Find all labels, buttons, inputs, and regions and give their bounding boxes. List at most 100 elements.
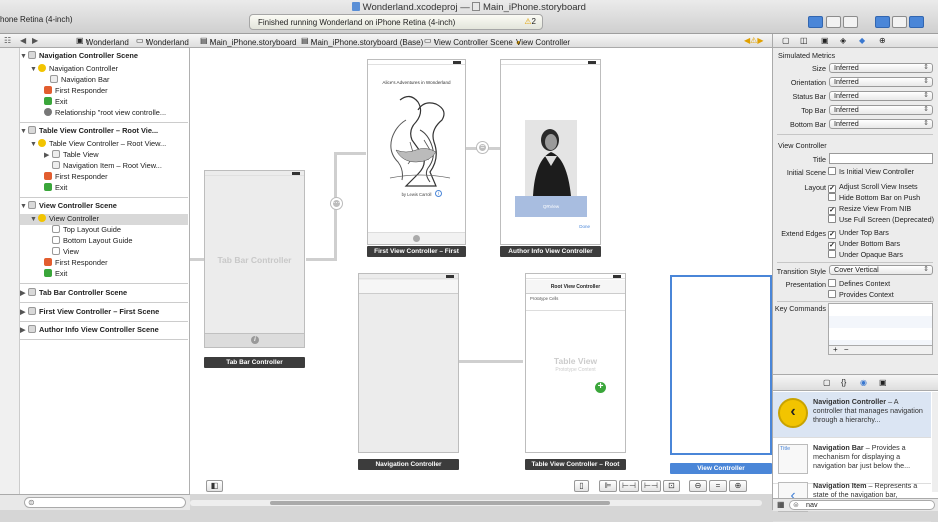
table-view-controller-scene[interactable]: Root View Controller Prototype Cells Tab…: [525, 273, 626, 453]
prototype-cell[interactable]: [526, 302, 625, 311]
zoom-out-icon[interactable]: ⊖: [689, 480, 707, 492]
library-search-field[interactable]: ⊜ nav: [789, 500, 935, 510]
grid-view-icon[interactable]: ▦: [777, 500, 785, 509]
resizing-behavior-button[interactable]: ⊡: [663, 480, 680, 492]
outline-row[interactable]: ▶ Tab Bar Controller Scene: [20, 288, 188, 299]
quick-help-icon[interactable]: ◫: [800, 36, 808, 45]
back-arrow-icon[interactable]: ◀: [20, 36, 26, 45]
under-opaque-bars-checkbox[interactable]: Under Opaque Bars: [828, 250, 903, 259]
outline-row[interactable]: First Responder: [20, 258, 188, 269]
outline-row[interactable]: ▶ Table View: [20, 150, 188, 161]
outline-row[interactable]: Exit: [20, 183, 188, 194]
outline-filter-field[interactable]: ⊜: [24, 497, 186, 508]
file-inspector-icon[interactable]: ▢: [782, 36, 790, 45]
outline-row[interactable]: First Responder: [20, 86, 188, 97]
debug-area-toggle-button[interactable]: [892, 16, 907, 28]
disclosure-closed-icon[interactable]: ▶: [20, 308, 28, 316]
outline-row[interactable]: ▼ Table View Controller – Root Vie...: [20, 126, 188, 137]
resolve-issues-button[interactable]: ⊢⊣: [641, 480, 661, 492]
transition-style-select[interactable]: Cover Vertical: [829, 265, 933, 275]
is-initial-checkbox[interactable]: Is Initial View Controller: [828, 167, 914, 176]
zoom-actual-icon[interactable]: =: [709, 480, 727, 492]
info-button-icon[interactable]: i: [435, 190, 442, 197]
outline-row[interactable]: Navigation Bar: [20, 75, 188, 86]
view-controller-scene-selected[interactable]: [670, 275, 772, 455]
relationship-segue-icon[interactable]: ⋯: [331, 198, 342, 209]
breadcrumb-project[interactable]: ▣ Wonderland ›: [76, 36, 129, 47]
outline-row-selected[interactable]: ▼ View Controller: [20, 214, 188, 225]
push-segue-icon[interactable]: =: [477, 142, 488, 153]
device-toggle-button[interactable]: ▯: [574, 480, 589, 492]
scene-label-author[interactable]: Author Info View Controller: [500, 246, 601, 257]
disclosure-open-icon[interactable]: ▼: [30, 216, 38, 223]
outline-row[interactable]: Exit: [20, 269, 188, 280]
scrollbar-thumb[interactable]: [270, 501, 610, 505]
size-select[interactable]: Inferred: [829, 63, 933, 73]
bottom-bar-select[interactable]: Inferred: [829, 119, 933, 129]
outline-row[interactable]: ▼ Navigation Controller: [20, 64, 188, 75]
outline-row[interactable]: Exit: [20, 97, 188, 108]
scene-label-tab-bar[interactable]: Tab Bar Controller: [204, 357, 305, 368]
outline-row[interactable]: ▶ Author Info View Controller Scene: [20, 325, 188, 336]
zoom-in-icon[interactable]: ⊕: [729, 480, 747, 492]
object-library-icon[interactable]: ◉: [860, 378, 867, 387]
breadcrumb-scene[interactable]: ▭ View Controller Scene ›: [424, 36, 513, 47]
standard-editor-button[interactable]: [808, 16, 823, 28]
align-button[interactable]: ⊫: [599, 480, 617, 492]
breadcrumb-storyboard-base[interactable]: ▤ Main_iPhone.storyboard (Base) ›: [301, 36, 423, 47]
outline-row[interactable]: ▶ First View Controller – First Scene: [20, 307, 188, 318]
hide-bottom-bar-checkbox[interactable]: Hide Bottom Bar on Push: [828, 193, 920, 202]
scene-label-nav[interactable]: Navigation Controller: [358, 459, 459, 470]
outline-row[interactable]: Navigation Item – Root View...: [20, 161, 188, 172]
issue-icon[interactable]: ◀⚠▶: [744, 36, 763, 45]
outline-row[interactable]: Top Layout Guide: [20, 225, 188, 236]
outline-row[interactable]: Bottom Layout Guide: [20, 236, 188, 247]
scheme-destination[interactable]: hone Retina (4-inch): [0, 15, 72, 24]
provides-context-checkbox[interactable]: Provides Context: [828, 290, 894, 299]
pin-button[interactable]: ⊢⊣: [619, 480, 639, 492]
full-screen-checkbox[interactable]: Use Full Screen (Deprecated): [828, 215, 934, 224]
outline-row[interactable]: Relationship "root view controlle...: [20, 108, 188, 119]
title-field[interactable]: [829, 153, 933, 164]
forward-arrow-icon[interactable]: ▶: [32, 36, 38, 45]
outline-row[interactable]: ▼ View Controller Scene: [20, 201, 188, 212]
utilities-toggle-button[interactable]: [909, 16, 924, 28]
resize-from-nib-checkbox[interactable]: ✓ Resize View From NIB: [828, 204, 911, 215]
outline-row[interactable]: ▼ Table View Controller – Root View...: [20, 139, 188, 150]
disclosure-open-icon[interactable]: ▼: [20, 53, 28, 60]
assistant-editor-button[interactable]: [826, 16, 841, 28]
outline-toggle-button[interactable]: ◧: [206, 480, 223, 492]
outline-row[interactable]: First Responder: [20, 172, 188, 183]
disclosure-closed-icon[interactable]: ▶: [20, 289, 28, 297]
outline-row[interactable]: View: [20, 247, 188, 258]
media-library-icon[interactable]: ▣: [879, 378, 887, 387]
warning-count[interactable]: ⚠2: [524, 17, 536, 26]
scene-label-table[interactable]: Table View Controller – Root: [525, 459, 626, 470]
top-bar-select[interactable]: Inferred: [829, 105, 933, 115]
storyboard-canvas[interactable]: ⋯ = Tab Bar Controller i Tab Bar Control…: [190, 48, 772, 494]
navigator-toggle-button[interactable]: [875, 16, 890, 28]
tab-bar-controller-scene[interactable]: Tab Bar Controller i: [204, 170, 305, 348]
connections-inspector-icon[interactable]: ⊕: [879, 36, 886, 45]
disclosure-closed-icon[interactable]: ▶: [44, 151, 52, 159]
attributes-inspector-icon[interactable]: ◈: [840, 36, 846, 45]
done-button[interactable]: Done: [579, 224, 590, 229]
author-info-scene[interactable]: QRView Done: [500, 59, 601, 245]
disclosure-open-icon[interactable]: ▼: [20, 203, 28, 210]
under-top-bars-checkbox[interactable]: ✓ Under Top Bars: [828, 228, 889, 239]
file-template-icon[interactable]: ▢: [823, 378, 831, 387]
status-bar-select[interactable]: Inferred: [829, 91, 933, 101]
remove-button[interactable]: −: [840, 345, 849, 354]
disclosure-open-icon[interactable]: ▼: [30, 66, 38, 73]
related-items-icon[interactable]: ☷: [4, 36, 11, 45]
under-bottom-bars-checkbox[interactable]: ✓ Under Bottom Bars: [828, 239, 900, 250]
version-editor-button[interactable]: [843, 16, 858, 28]
breadcrumb-group[interactable]: ▭ Wonderland ›: [136, 36, 189, 47]
library-item[interactable]: ‹ Navigation Controller – A controller t…: [773, 392, 931, 438]
defines-context-checkbox[interactable]: Defines Context: [828, 279, 890, 288]
outline-row[interactable]: ▼ Navigation Controller Scene: [20, 51, 188, 62]
identity-inspector-icon[interactable]: ▣: [821, 36, 829, 45]
navigation-controller-scene[interactable]: [358, 273, 459, 453]
breadcrumb-storyboard[interactable]: ▤ Main_iPhone.storyboard ›: [200, 36, 297, 47]
orientation-select[interactable]: Inferred: [829, 77, 933, 87]
